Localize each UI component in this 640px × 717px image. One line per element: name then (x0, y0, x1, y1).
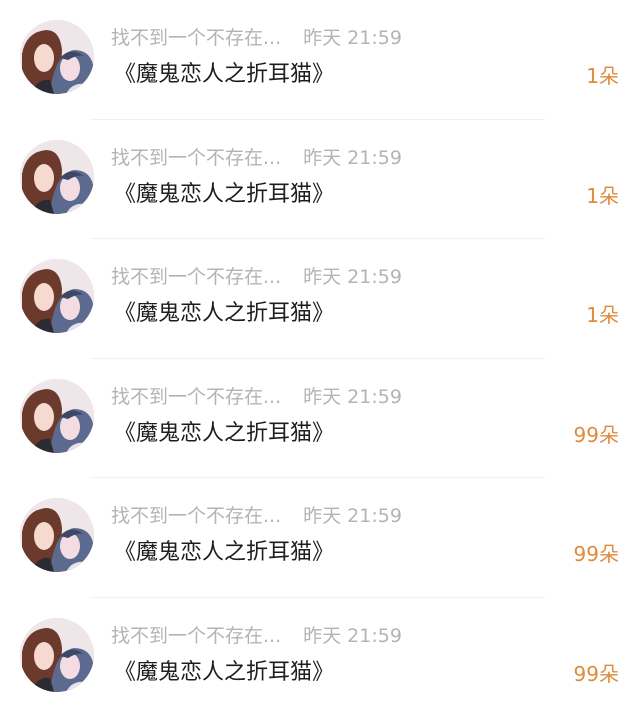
timestamp: 昨天 21:59 (303, 266, 402, 288)
book-title[interactable]: 《魔鬼恋人之折耳猫》 (114, 60, 334, 90)
avatar[interactable] (20, 498, 94, 572)
gift-record-list: 找不到一个不存在... 昨天 21:59 《魔鬼恋人之折耳猫》 1朵 找不到一个不… (0, 0, 640, 709)
username[interactable]: 找不到一个不存在... (111, 505, 281, 527)
anime-couple-avatar-icon (20, 379, 94, 453)
item-meta: 找不到一个不存在... 昨天 21:59 (111, 146, 402, 170)
list-item[interactable]: 找不到一个不存在... 昨天 21:59 《魔鬼恋人之折耳猫》 1朵 (0, 0, 640, 120)
book-title[interactable]: 《魔鬼恋人之折耳猫》 (114, 658, 334, 688)
book-title[interactable]: 《魔鬼恋人之折耳猫》 (114, 180, 334, 210)
username[interactable]: 找不到一个不存在... (111, 625, 281, 647)
timestamp: 昨天 21:59 (303, 147, 402, 169)
avatar[interactable] (20, 379, 94, 453)
avatar[interactable] (20, 20, 94, 94)
flower-count: 99朵 (574, 540, 619, 568)
list-item[interactable]: 找不到一个不存在... 昨天 21:59 《魔鬼恋人之折耳猫》 1朵 (0, 120, 640, 240)
timestamp: 昨天 21:59 (303, 625, 402, 647)
list-item[interactable]: 找不到一个不存在... 昨天 21:59 《魔鬼恋人之折耳猫》 99朵 (0, 359, 640, 479)
anime-couple-avatar-icon (20, 20, 94, 94)
anime-couple-avatar-icon (20, 259, 94, 333)
avatar[interactable] (20, 140, 94, 214)
username[interactable]: 找不到一个不存在... (111, 386, 281, 408)
avatar[interactable] (20, 618, 94, 692)
timestamp: 昨天 21:59 (303, 505, 402, 527)
list-item[interactable]: 找不到一个不存在... 昨天 21:59 《魔鬼恋人之折耳猫》 1朵 (0, 239, 640, 359)
anime-couple-avatar-icon (20, 498, 94, 572)
avatar[interactable] (20, 259, 94, 333)
book-title[interactable]: 《魔鬼恋人之折耳猫》 (114, 538, 334, 568)
timestamp: 昨天 21:59 (303, 386, 402, 408)
item-meta: 找不到一个不存在... 昨天 21:59 (111, 26, 402, 50)
list-item[interactable]: 找不到一个不存在... 昨天 21:59 《魔鬼恋人之折耳猫》 99朵 (0, 478, 640, 598)
book-title[interactable]: 《魔鬼恋人之折耳猫》 (114, 299, 334, 329)
flower-count: 1朵 (586, 62, 619, 90)
item-meta: 找不到一个不存在... 昨天 21:59 (111, 265, 402, 289)
flower-count: 1朵 (586, 182, 619, 210)
list-item[interactable]: 找不到一个不存在... 昨天 21:59 《魔鬼恋人之折耳猫》 99朵 (0, 598, 640, 717)
username[interactable]: 找不到一个不存在... (111, 147, 281, 169)
item-meta: 找不到一个不存在... 昨天 21:59 (111, 385, 402, 409)
anime-couple-avatar-icon (20, 618, 94, 692)
username[interactable]: 找不到一个不存在... (111, 27, 281, 49)
book-title[interactable]: 《魔鬼恋人之折耳猫》 (114, 419, 334, 449)
item-meta: 找不到一个不存在... 昨天 21:59 (111, 624, 402, 648)
flower-count: 1朵 (586, 301, 619, 329)
item-meta: 找不到一个不存在... 昨天 21:59 (111, 504, 402, 528)
flower-count: 99朵 (574, 660, 619, 688)
anime-couple-avatar-icon (20, 140, 94, 214)
flower-count: 99朵 (574, 421, 619, 449)
username[interactable]: 找不到一个不存在... (111, 266, 281, 288)
timestamp: 昨天 21:59 (303, 27, 402, 49)
